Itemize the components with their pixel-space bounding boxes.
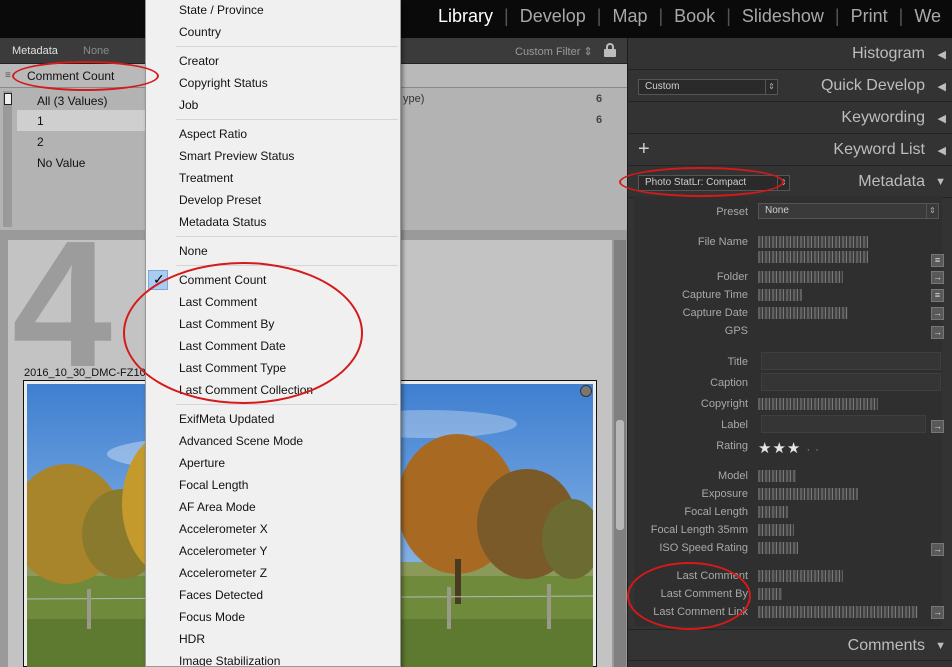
field-focal-length-35mm: Focal Length 35mm <box>650 524 748 536</box>
menu-item-hdr[interactable]: HDR <box>146 629 400 651</box>
module-library[interactable]: Library <box>427 6 504 27</box>
menu-item-job[interactable]: Job <box>146 95 400 117</box>
collapse-arrow-icon: ◀ <box>937 145 946 157</box>
filter-none-tab[interactable]: None <box>83 45 109 57</box>
quick-develop-header[interactable]: Custom ⇕ Quick Develop ◀ <box>628 70 952 102</box>
menu-item-aperture[interactable]: Aperture <box>146 453 400 475</box>
menu-item-accelerometer-z[interactable]: Accelerometer Z <box>146 563 400 585</box>
menu-item-image-stabilization[interactable]: Image Stabilization <box>146 651 400 666</box>
annotation-circle <box>12 61 159 91</box>
field-capture-date: Capture Date <box>682 307 748 319</box>
field-caption: Caption <box>710 377 748 389</box>
menu-item-copyright-status[interactable]: Copyright Status <box>146 73 400 95</box>
goto-arrow-icon[interactable]: → <box>931 326 944 339</box>
menu-item-develop-preset[interactable]: Develop Preset <box>146 190 400 212</box>
menu-item-accelerometer-x[interactable]: Accelerometer X <box>146 519 400 541</box>
menu-item-exifmeta-updated[interactable]: ExifMeta Updated <box>146 409 400 431</box>
list-icon[interactable]: ≡ <box>931 254 944 267</box>
menu-item-smart-preview-status[interactable]: Smart Preview Status <box>146 146 400 168</box>
field-capture-time: Capture Time <box>681 289 748 301</box>
module-bar: Library | Develop | Map | Book | Slideshow | … <box>0 0 952 38</box>
module-develop[interactable]: Develop <box>509 6 597 27</box>
keywording-header[interactable]: Keywording ◀ <box>628 102 952 134</box>
menu-item-none[interactable]: None <box>146 241 400 263</box>
field-rating: Rating <box>716 440 748 452</box>
menu-item-faces-detected[interactable]: Faces Detected <box>146 585 400 607</box>
thumbnail-badge-icon[interactable] <box>580 385 592 397</box>
grid-cell-index: 4 <box>12 204 112 405</box>
column-grip-icon: ≡ <box>5 70 11 81</box>
comments-header[interactable]: Comments ▼ <box>628 629 952 661</box>
menu-item-treatment[interactable]: Treatment <box>146 168 400 190</box>
annotation-circle <box>619 167 784 197</box>
collapse-arrow-icon: ◀ <box>937 81 946 93</box>
filter-checkbox[interactable] <box>4 93 12 105</box>
caption-input[interactable] <box>761 373 941 391</box>
goto-arrow-icon[interactable]: → <box>931 420 944 433</box>
module-book[interactable]: Book <box>663 6 726 27</box>
module-print[interactable]: Print <box>840 6 899 27</box>
rating-stars[interactable]: ★★★ · · <box>758 439 820 457</box>
goto-arrow-icon[interactable]: → <box>931 543 944 556</box>
menu-item-af-area-mode[interactable]: AF Area Mode <box>146 497 400 519</box>
custom-filter-select[interactable]: Custom Filter ⇕ <box>515 45 593 58</box>
filter-column-label-fragment: ype) <box>403 93 425 105</box>
grid-scrollbar[interactable] <box>614 240 626 667</box>
lock-icon[interactable] <box>604 43 616 57</box>
filter-row-2[interactable]: 2 <box>17 131 145 152</box>
field-copyright: Copyright <box>700 398 748 410</box>
module-picker: Library | Develop | Map | Book | Slideshow | … <box>427 0 952 32</box>
module-slideshow[interactable]: Slideshow <box>731 6 835 27</box>
list-icon[interactable]: ≡ <box>931 289 944 302</box>
filter-count: 6 <box>596 114 603 126</box>
field-title: Title <box>727 356 748 368</box>
preset-label: Preset <box>716 206 748 218</box>
menu-item-country[interactable]: Country <box>146 22 400 44</box>
field-focal-length: Focal Length <box>684 506 748 518</box>
module-map[interactable]: Map <box>601 6 658 27</box>
filter-row-1[interactable]: 1 <box>17 110 145 131</box>
collapse-arrow-icon: ◀ <box>937 49 946 61</box>
add-keyword-icon[interactable]: + <box>638 138 650 161</box>
field-iso-speed-rating: ISO Speed Rating <box>659 542 748 554</box>
histogram-header[interactable]: Histogram ◀ <box>628 38 952 70</box>
filter-count: 6 <box>596 93 603 105</box>
thumbnail-filename: 2016_10_30_DMC-FZ1000 <box>24 367 158 379</box>
expand-arrow-icon: ▼ <box>935 176 946 188</box>
annotation-circle <box>123 262 363 404</box>
field-gps: GPS <box>724 325 748 337</box>
menu-item-accelerometer-y[interactable]: Accelerometer Y <box>146 541 400 563</box>
menu-item-focal-length[interactable]: Focal Length <box>146 475 400 497</box>
annotation-circle <box>627 562 751 630</box>
menu-item-metadata-status[interactable]: Metadata Status <box>146 212 400 234</box>
menu-item-creator[interactable]: Creator <box>146 51 400 73</box>
goto-arrow-icon[interactable]: → <box>931 606 944 619</box>
collapse-arrow-icon: ▼ <box>935 640 946 652</box>
module-web[interactable]: We <box>903 6 952 27</box>
quick-develop-preset-select[interactable]: Custom ⇕ <box>638 79 778 95</box>
menu-item-aspect-ratio[interactable]: Aspect Ratio <box>146 124 400 146</box>
field-file-name: File Name <box>697 236 748 248</box>
collapse-arrow-icon: ◀ <box>937 113 946 125</box>
menu-item-advanced-scene-mode[interactable]: Advanced Scene Mode <box>146 431 400 453</box>
goto-arrow-icon[interactable]: → <box>931 271 944 284</box>
field-exposure: Exposure <box>701 488 748 500</box>
menu-item-state-province[interactable]: State / Province <box>146 0 400 22</box>
menu-item-focus-mode[interactable]: Focus Mode <box>146 607 400 629</box>
goto-arrow-icon[interactable]: → <box>931 307 944 320</box>
title-input[interactable] <box>761 352 941 370</box>
keyword-list-header[interactable]: + Keyword List ◀ <box>628 134 952 166</box>
label-input[interactable] <box>761 415 926 433</box>
metadata-preset-select[interactable]: None ⇕ <box>758 203 939 219</box>
filter-row-all[interactable]: All (3 Values) <box>17 90 145 111</box>
field-folder: Folder <box>716 271 748 283</box>
filter-metadata-tab[interactable]: Metadata <box>12 45 58 57</box>
field-label: Label <box>721 419 748 431</box>
filter-row-no-value[interactable]: No Value <box>17 152 145 173</box>
field-model: Model <box>718 470 748 482</box>
